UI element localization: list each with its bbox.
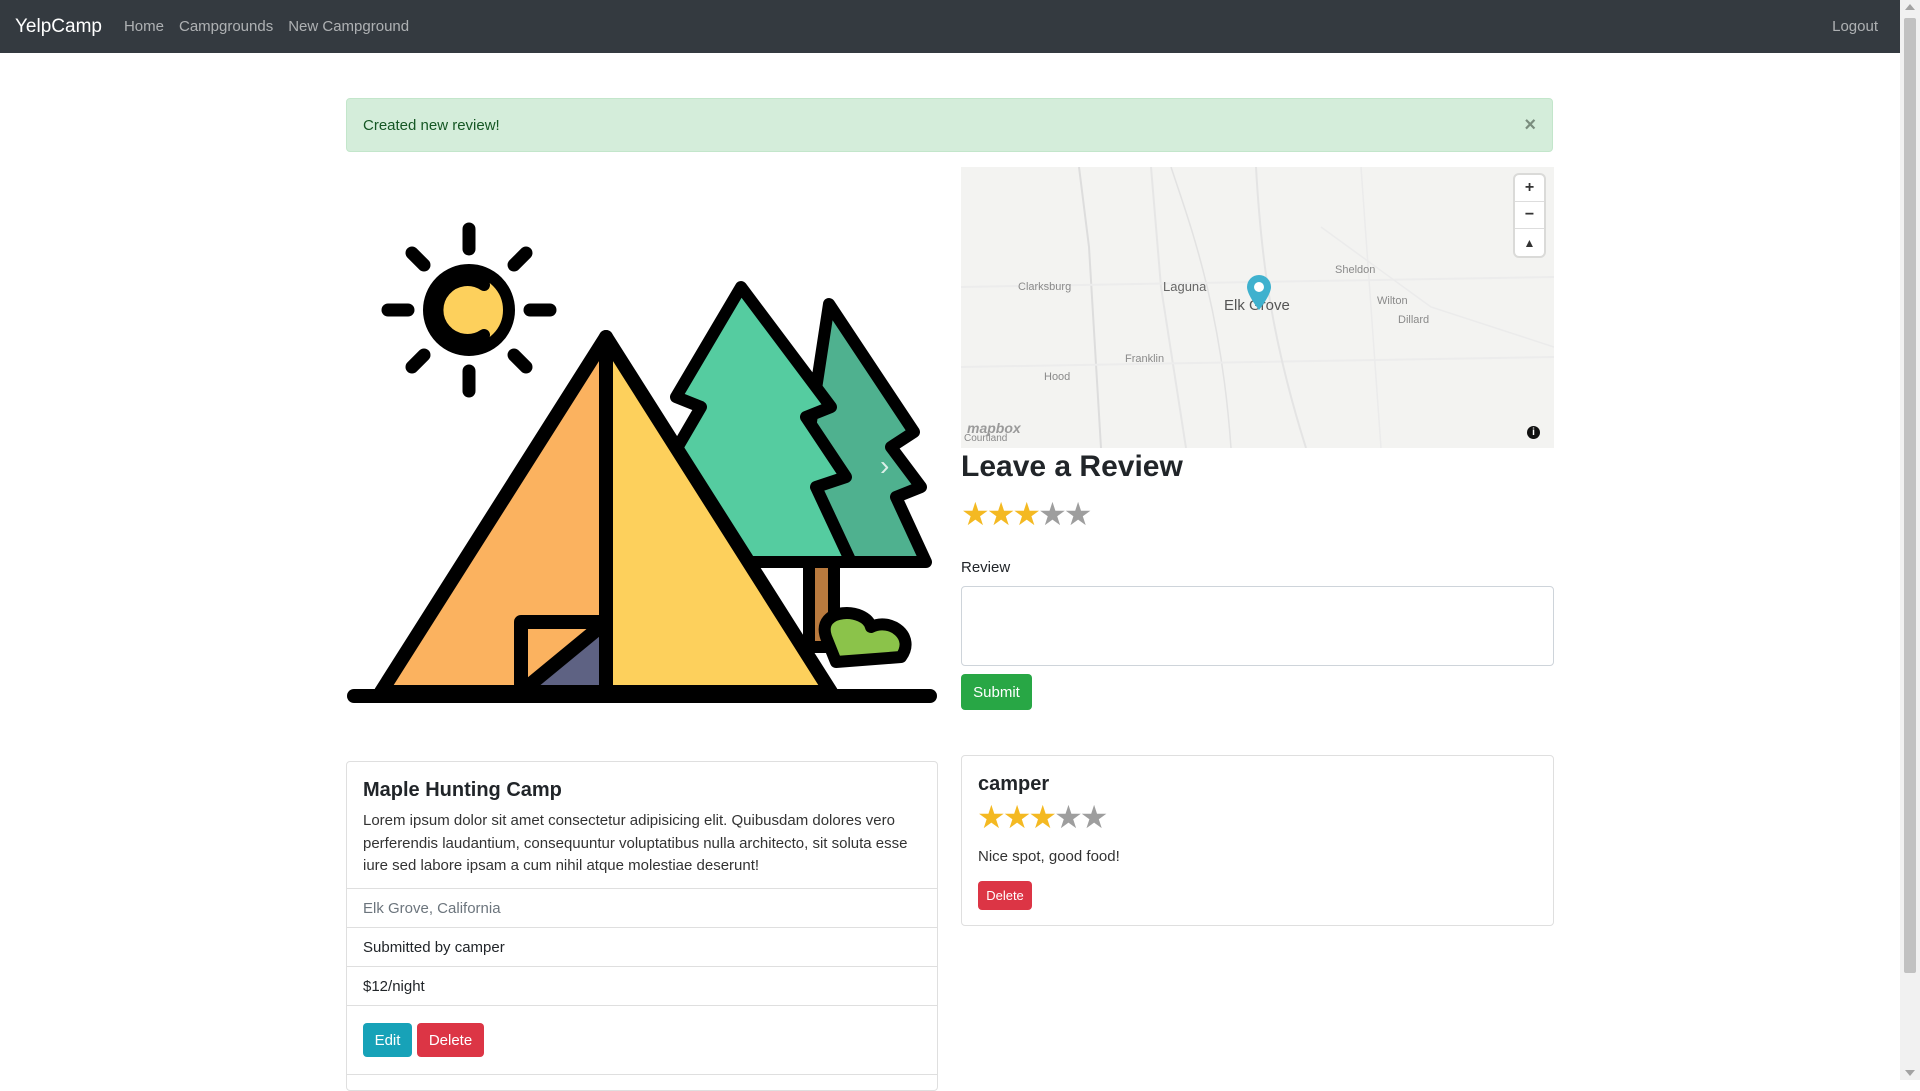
- map-label-franklin: Franklin: [1125, 353, 1165, 365]
- star-rating-input[interactable]: ★ ★ ★ ★ ★: [961, 498, 1092, 530]
- chevron-right-icon[interactable]: ›: [880, 450, 889, 482]
- navbar: YelpCamp Home Campgrounds New Campground…: [0, 0, 1900, 53]
- review-card: camper ★ ★ ★ ★ ★ Nice spot, good food! Delet…: [961, 755, 1554, 926]
- zoom-in-icon[interactable]: +: [1515, 175, 1544, 202]
- star-icon: ★: [1002, 799, 1032, 835]
- campground-image-carousel[interactable]: [346, 167, 938, 712]
- delete-review-button[interactable]: Delete: [978, 881, 1032, 910]
- success-alert: Created new review! ×: [346, 98, 1553, 152]
- star-icon[interactable]: ★: [1038, 498, 1067, 530]
- star-icon: ★: [977, 799, 1006, 835]
- nav-logout-link[interactable]: Logout: [1832, 18, 1878, 35]
- map-navigation-control: + − ▲: [1515, 175, 1544, 256]
- review-textarea[interactable]: [961, 586, 1554, 666]
- review-label: Review: [961, 559, 1011, 576]
- campground-author: Submitted by camper: [347, 927, 937, 966]
- scroll-up-arrow-icon[interactable]: [1905, 4, 1915, 10]
- page-scrollbar[interactable]: [1900, 0, 1920, 1080]
- nav-new-campground-link[interactable]: New Campground: [288, 18, 409, 35]
- campground-title: Maple Hunting Camp: [363, 779, 562, 801]
- star-icon[interactable]: ★: [1064, 498, 1093, 530]
- campground-location: Elk Grove, California: [347, 888, 937, 927]
- nav-home-link[interactable]: Home: [124, 18, 164, 35]
- brand-logo[interactable]: YelpCamp: [15, 16, 102, 38]
- map-label-sheldon: Sheldon: [1335, 264, 1376, 276]
- map-label-hood: Hood: [1044, 371, 1071, 383]
- compass-icon[interactable]: ▲: [1515, 229, 1544, 256]
- review-star-rating: ★ ★ ★ ★ ★: [977, 799, 1108, 835]
- submit-review-button[interactable]: Submit: [961, 674, 1032, 710]
- campground-tent-illustration: [347, 222, 937, 703]
- star-icon: ★: [1028, 799, 1058, 835]
- alert-message: Created new review!: [363, 116, 500, 134]
- scroll-thumb[interactable]: [1904, 18, 1916, 973]
- map-pin-icon[interactable]: [1246, 275, 1272, 311]
- scroll-down-arrow-icon[interactable]: [1905, 1070, 1915, 1076]
- star-icon[interactable]: ★: [961, 498, 990, 530]
- nav-campgrounds-link[interactable]: Campgrounds: [179, 18, 273, 35]
- campground-price: $12/night: [347, 966, 937, 1005]
- star-icon[interactable]: ★: [987, 498, 1016, 530]
- map-label-wilton: Wilton: [1377, 295, 1408, 307]
- mapbox-logo[interactable]: mapbox: [967, 420, 1021, 436]
- map-label-laguna: Laguna: [1163, 279, 1207, 294]
- star-icon[interactable]: ★: [1012, 498, 1041, 530]
- review-form-title: Leave a Review: [961, 450, 1183, 483]
- map-label-dillard: Dillard: [1398, 314, 1430, 326]
- campground-actions: Edit Delete: [347, 1005, 937, 1075]
- review-text: Nice spot, good food!: [978, 848, 1120, 865]
- edit-campground-button[interactable]: Edit: [363, 1023, 412, 1057]
- delete-campground-button[interactable]: Delete: [417, 1023, 484, 1057]
- campground-card: Maple Hunting Camp Lorem ipsum dolor sit…: [346, 761, 938, 1091]
- campground-description: Lorem ipsum dolor sit amet consectetur a…: [363, 812, 908, 874]
- campground-map[interactable]: Clarksburg Laguna Elk Grove Sheldon Wilt…: [961, 167, 1554, 448]
- star-icon: ★: [1079, 799, 1109, 835]
- star-icon: ★: [1054, 799, 1083, 835]
- info-icon[interactable]: i: [1527, 426, 1540, 439]
- review-author: camper: [978, 773, 1050, 795]
- close-icon[interactable]: ×: [1524, 114, 1536, 137]
- sun-icon: [381, 222, 557, 398]
- map-label-clarksburg: Clarksburg: [1018, 281, 1072, 293]
- zoom-out-icon[interactable]: −: [1515, 202, 1544, 229]
